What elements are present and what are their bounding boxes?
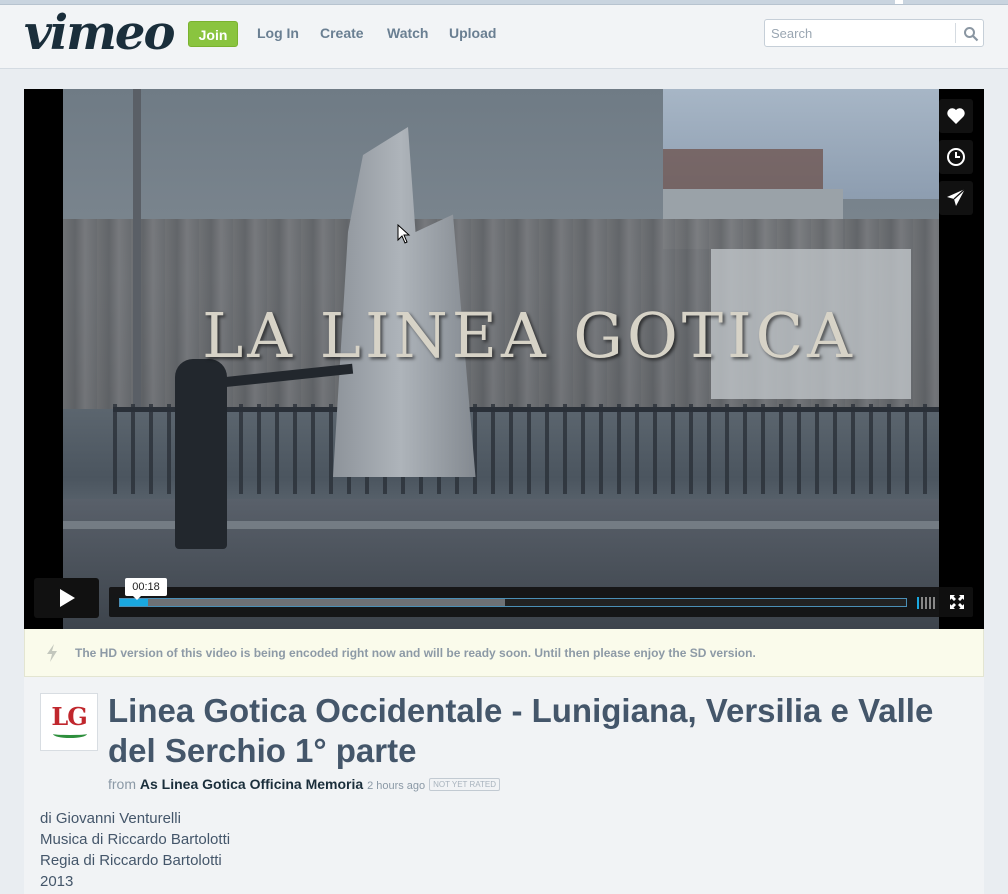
fullscreen-icon[interactable] [950,595,964,609]
hd-notice: The HD version of this video is being en… [24,629,984,677]
nav-log-in[interactable]: Log In [257,25,299,41]
search-divider [955,23,956,43]
volume-control[interactable] [917,596,941,609]
channel-avatar[interactable]: LG [40,693,98,751]
play-icon [60,589,75,607]
volume-bar [925,597,927,609]
search-icon[interactable] [963,26,979,42]
progress-loaded [120,599,506,606]
description-line: di Giovanni Venturelli [40,810,181,827]
video-player[interactable]: LA LINEA GOTICA 00:18 [24,89,984,629]
like-button[interactable] [939,99,973,133]
share-button[interactable] [939,181,973,215]
avatar-wave [53,730,87,738]
avatar-logo-text: LG [51,702,87,731]
heart-icon [947,108,965,124]
paper-plane-icon [947,188,966,206]
watch-later-button[interactable] [939,140,973,174]
video-fence [113,404,939,494]
video-pole [133,89,141,409]
time-tooltip: 00:18 [125,578,167,600]
play-button[interactable] [34,578,99,618]
join-button[interactable]: Join [188,21,238,47]
volume-bar [921,597,923,609]
video-description: di Giovanni Venturelli Musica di Riccard… [40,808,230,892]
controls-bar [109,587,973,617]
video-details: LG Linea Gotica Occidentale - Lunigiana,… [24,677,984,894]
search-input[interactable] [771,24,951,42]
description-line: Musica di Riccardo Bartolotti [40,831,231,848]
site-header: vimeo Join Log In Create Watch Upload [0,5,1008,69]
mouse-cursor-icon [397,224,411,244]
video-overlay-title: LA LINEA GOTICA [202,299,856,372]
rating-badge: NOT YET RATED [429,778,501,791]
nav-create[interactable]: Create [320,25,364,41]
description-line: 2013 [40,873,74,890]
from-label: from [108,776,136,792]
video-title: Linea Gotica Occidentale - Lunigiana, Ve… [108,692,934,769]
description-line: Regia di Riccardo Bartolotti [40,852,222,869]
strip-highlight [895,0,903,4]
nav-watch[interactable]: Watch [387,25,428,41]
vimeo-logo[interactable]: vimeo [24,5,175,61]
volume-bar [917,597,919,609]
clock-icon [947,148,965,166]
hd-notice-text: The HD version of this video is being en… [75,646,756,660]
lightning-icon [47,644,57,662]
video-person [175,359,227,549]
search-box [764,19,984,47]
posted-time: 2 hours ago [367,780,426,792]
volume-bar [929,597,931,609]
volume-bar [933,597,935,609]
progress-played [120,599,148,606]
author-link[interactable]: As Linea Gotica Officina Memoria [140,776,363,792]
byline: from As Linea Gotica Officina Memoria 2 … [108,776,501,792]
nav-upload[interactable]: Upload [449,25,496,41]
progress-track[interactable] [119,598,907,607]
